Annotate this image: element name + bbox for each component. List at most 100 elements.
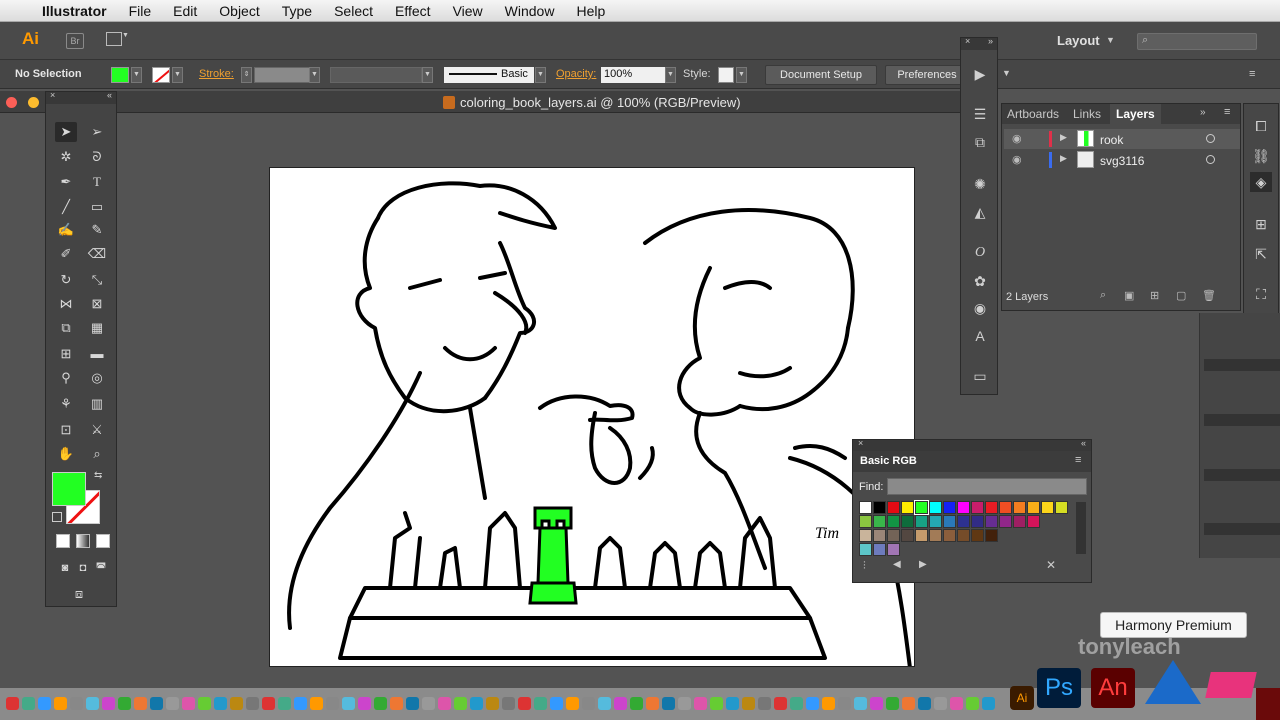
dock-app-icon[interactable] — [374, 697, 387, 710]
previous-library-icon[interactable]: ◀ — [893, 559, 901, 570]
dock-app-icon[interactable] — [758, 697, 771, 710]
fill-swatch[interactable] — [111, 67, 129, 83]
dock-app-icon[interactable] — [806, 697, 819, 710]
properties-icon[interactable]: ⧠ — [1250, 116, 1272, 136]
color-swatch[interactable] — [957, 529, 970, 542]
zoom-tool-icon[interactable]: ⌕ — [86, 444, 108, 464]
dock-app-icon[interactable] — [966, 697, 979, 710]
color-swatch[interactable] — [1013, 501, 1026, 514]
color-swatch[interactable] — [859, 529, 872, 542]
color-swatch[interactable] — [971, 529, 984, 542]
layer-name[interactable]: rook — [1100, 133, 1123, 147]
stroke-swatch[interactable] — [152, 67, 170, 83]
document-title[interactable]: coloring_book_layers.ai @ 100% (RGB/Prev… — [460, 95, 741, 110]
artboard-canvas[interactable]: Tim — [269, 167, 915, 667]
harmony-premium-dock-icon[interactable] — [1145, 660, 1201, 704]
dock-app-icon[interactable] — [342, 697, 355, 710]
dock-app-icon[interactable] — [566, 697, 579, 710]
brush-dropdown[interactable]: ▼ — [535, 67, 546, 83]
close-icon[interactable]: × — [50, 90, 55, 100]
dock-app-icon[interactable] — [902, 697, 915, 710]
dock-app-icon[interactable] — [838, 697, 851, 710]
animate-dock-icon[interactable]: An — [1091, 668, 1135, 708]
color-swatch[interactable] — [1013, 515, 1026, 528]
trash-icon[interactable]: 🗑 — [1202, 289, 1216, 302]
bridge-button[interactable]: Br — [66, 33, 84, 49]
disclosure-triangle-icon[interactable]: ▶ — [1060, 132, 1067, 143]
blob-brush-tool-icon[interactable]: ✐ — [55, 244, 77, 264]
color-swatch[interactable] — [943, 501, 956, 514]
dock-app-icon[interactable] — [262, 697, 275, 710]
color-swatch[interactable] — [929, 515, 942, 528]
dock-app-icon[interactable] — [166, 697, 179, 710]
stroke-weight-stepper[interactable]: ⇕ — [241, 67, 252, 83]
illustrator-dock-icon[interactable]: Ai — [1010, 686, 1034, 710]
color-swatch[interactable] — [873, 543, 886, 556]
window-close-button[interactable] — [6, 97, 17, 108]
appearance-icon[interactable]: ✿ — [969, 271, 991, 291]
panel-menu-icon[interactable]: ≡ — [1224, 106, 1230, 118]
search-input[interactable]: ⌕ — [1137, 33, 1257, 50]
color-swatch[interactable] — [873, 501, 886, 514]
color-swatch[interactable] — [971, 501, 984, 514]
color-swatch[interactable] — [887, 543, 900, 556]
dock-app-icon[interactable] — [950, 697, 963, 710]
dock-app-icon[interactable] — [310, 697, 323, 710]
collapse-icon[interactable]: » — [988, 36, 993, 46]
dock-app-icon[interactable] — [534, 697, 547, 710]
menu-view[interactable]: View — [453, 3, 483, 19]
locate-object-icon[interactable]: ⌕ — [1100, 289, 1106, 302]
new-sublayer-icon[interactable]: ⊞ — [1150, 289, 1159, 302]
dock-app-icon[interactable] — [326, 697, 339, 710]
arrange-documents-button[interactable]: ▼ — [106, 32, 132, 50]
eye-icon[interactable]: ◉ — [1012, 153, 1026, 166]
menu-app-name[interactable]: Illustrator — [42, 3, 107, 19]
pencil-tool-icon[interactable]: ✎ — [86, 220, 108, 240]
menu-select[interactable]: Select — [334, 3, 373, 19]
draw-inside-icon[interactable]: ◚ — [90, 558, 112, 578]
menu-edit[interactable]: Edit — [173, 3, 197, 19]
artboard-tool-icon[interactable]: ⊡ — [55, 420, 77, 440]
color-swatch[interactable] — [915, 515, 928, 528]
dock-app-icon[interactable] — [550, 697, 563, 710]
window-minimize-button[interactable] — [28, 97, 39, 108]
dock-app-icon[interactable] — [230, 697, 243, 710]
shape-builder-tool-icon[interactable]: ⧉ — [55, 318, 77, 338]
dock-app-icon[interactable] — [822, 697, 835, 710]
color-swatch[interactable] — [873, 515, 886, 528]
dock-app-icon[interactable] — [710, 697, 723, 710]
free-transform-tool-icon[interactable]: ⊠ — [86, 294, 108, 314]
stroke-weight-field[interactable] — [254, 67, 310, 83]
symbol-sprayer-tool-icon[interactable]: ⚘ — [55, 394, 77, 414]
menu-window[interactable]: Window — [505, 3, 555, 19]
color-swatch[interactable] — [929, 529, 942, 542]
character-icon[interactable]: A — [969, 326, 991, 346]
dock-app-icon[interactable] — [502, 697, 515, 710]
dock-app-icon[interactable] — [86, 697, 99, 710]
opacity-label[interactable]: Opacity: — [556, 68, 596, 80]
close-icon[interactable]: × — [858, 438, 863, 448]
export-icon[interactable]: ⇱ — [1250, 244, 1272, 264]
color-swatch[interactable] — [971, 515, 984, 528]
color-swatch[interactable] — [1027, 501, 1040, 514]
dock-app-icon[interactable] — [70, 697, 83, 710]
color-swatch[interactable] — [887, 515, 900, 528]
align-icon[interactable]: ☰ — [969, 104, 991, 124]
collapse-icon[interactable]: « — [107, 90, 112, 100]
hand-tool-icon[interactable]: ✋ — [55, 444, 77, 464]
dock-app-icon[interactable] — [662, 697, 675, 710]
swap-colors-icon[interactable]: ⇆ — [94, 470, 102, 481]
dock-app-icon[interactable] — [294, 697, 307, 710]
blend-tool-icon[interactable]: ◎ — [86, 368, 108, 388]
find-input[interactable] — [887, 478, 1087, 495]
perspective-grid-tool-icon[interactable]: ▦ — [86, 318, 108, 338]
tools-panel-header[interactable]: × « — [46, 90, 116, 104]
graphic-style-swatch[interactable] — [718, 67, 734, 83]
gradient-tool-icon[interactable]: ▬ — [86, 344, 108, 364]
swatch-library-title[interactable]: Basic RGB — [853, 451, 1091, 472]
links-icon[interactable]: ⛓ — [1250, 146, 1272, 166]
menu-file[interactable]: File — [129, 3, 152, 19]
dock-app-icon[interactable] — [102, 697, 115, 710]
lasso-tool-icon[interactable]: ᘐ — [86, 147, 108, 167]
transform-icon[interactable]: ⛶ — [1250, 284, 1272, 304]
